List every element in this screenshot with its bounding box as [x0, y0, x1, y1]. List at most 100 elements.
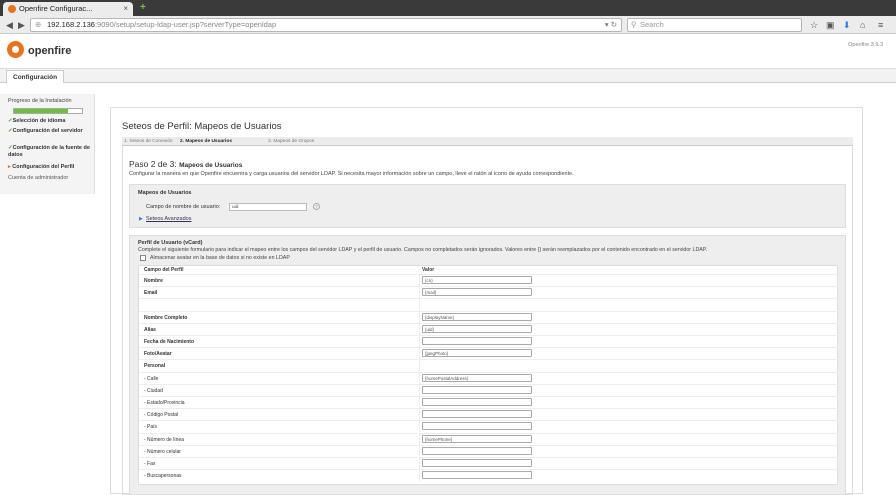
- menu-icon[interactable]: ≡: [878, 18, 883, 32]
- field-label: - Calle: [144, 375, 159, 382]
- download-icon[interactable]: ⬇: [843, 18, 851, 32]
- field-value-input[interactable]: {cn}: [422, 276, 532, 284]
- sidebar-title: Progreso de la Instalación: [8, 98, 72, 104]
- field-value-input[interactable]: {displayName}: [422, 312, 532, 321]
- field-value-input[interactable]: [422, 337, 532, 345]
- page-title: Seteos de Perfil: Mapeos de Usuarios: [122, 121, 282, 132]
- field-label: - Número de línea: [144, 436, 185, 443]
- url-host: 192.168.2.136: [47, 20, 95, 29]
- sidebar-item-label: Configuración del servidor: [12, 128, 83, 134]
- reading-list-icon[interactable]: ▣: [826, 18, 835, 32]
- field-label: Personal: [144, 363, 166, 370]
- field-label: Foto/Avatar: [144, 351, 172, 358]
- sidebar-item-label: Selección de idioma: [12, 118, 66, 124]
- field-value-input[interactable]: {mail}: [422, 288, 532, 297]
- column-divider: [419, 470, 420, 483]
- browser-tab[interactable]: Openfire Configurac... ×: [3, 2, 133, 16]
- forward-arrow-icon[interactable]: ▶: [18, 18, 25, 32]
- advanced-settings-link[interactable]: Seteos Avanzados: [146, 216, 191, 222]
- field-value-input[interactable]: {homePostalAddress}: [422, 373, 532, 382]
- column-divider: [419, 311, 420, 324]
- help-icon[interactable]: ?: [313, 203, 320, 210]
- step-description: Configurar la manera en que Openfire enc…: [129, 171, 574, 177]
- field-label: - Código Postal: [144, 412, 179, 419]
- column-divider: [419, 287, 420, 300]
- field-value-input[interactable]: {jpegPhoto}: [422, 349, 532, 358]
- table-row: Foto/Avatar {jpegPhoto}: [139, 347, 839, 361]
- column-divider: [419, 458, 420, 470]
- tab-configuracion[interactable]: Configuración: [6, 70, 65, 83]
- table-row: Alias {uid}: [139, 322, 839, 336]
- sidebar-item-perfil: ▸ Configuración del Perfil: [8, 164, 90, 171]
- sidebar-item-idioma: ✓Selección de idioma: [8, 118, 90, 125]
- version-label: Openfire 3.9.3: [848, 42, 883, 48]
- field-label: Nombre: [144, 278, 163, 284]
- column-divider: [419, 433, 420, 446]
- field-value-input[interactable]: [422, 398, 532, 406]
- field-value-input[interactable]: [422, 410, 532, 419]
- table-row: - Buscapersonas: [139, 469, 839, 483]
- vcard-description: Complete el siguiente formulario para in…: [138, 247, 708, 253]
- step-prefix: Paso 2 de 3:: [129, 159, 177, 169]
- install-progress-sidebar: Progreso de la Instalación ✓Selección de…: [0, 94, 95, 194]
- main-panel: Seteos de Perfil: Mapeos de Usuarios 1. …: [110, 107, 863, 495]
- store-avatar-checkbox[interactable]: [140, 255, 146, 261]
- browser-navbar: ◀ ▶ ⊕ 192.168.2.136:9090/setup/setup-lda…: [0, 16, 896, 34]
- column-divider: [419, 384, 420, 397]
- url-path: :9090/setup/setup-ldap-user.jsp?serverTy…: [94, 20, 277, 29]
- tab-title: Openfire Configurac...: [19, 4, 93, 13]
- column-divider: [419, 372, 420, 385]
- table-row: Personal: [139, 359, 839, 373]
- top-nav: Configuración: [0, 68, 896, 83]
- table-row: [139, 298, 839, 312]
- reload-icon[interactable]: ▾ ↻: [605, 19, 617, 31]
- table-row: - Ciudad: [139, 383, 839, 397]
- tab-mapeos-usuarios: 2. Mapeos de Usuarios: [180, 139, 232, 144]
- col-header-field: Campo del Perfil: [144, 267, 184, 273]
- column-divider: [419, 299, 420, 312]
- openfire-favicon-icon: [8, 5, 16, 13]
- search-input[interactable]: ⚲ Search: [627, 18, 802, 32]
- address-bar[interactable]: ⊕ 192.168.2.136:9090/setup/setup-ldap-us…: [30, 18, 622, 32]
- table-row: Nombre {cn}: [139, 274, 839, 287]
- field-value-input[interactable]: [422, 471, 532, 480]
- vcard-title: Perfil de Usuario (vCard): [138, 240, 203, 246]
- field-value-input[interactable]: [422, 422, 532, 431]
- mapping-box-title: Mapeos de Usuarios: [138, 190, 192, 196]
- table-row: Fecha de Nacimiento: [139, 335, 839, 348]
- bookmark-star-icon[interactable]: ☆: [810, 18, 818, 32]
- install-progress-bar: [13, 108, 83, 114]
- field-value-input[interactable]: [422, 385, 532, 394]
- home-icon[interactable]: ⌂: [860, 18, 865, 32]
- field-label: Email: [144, 290, 158, 297]
- sidebar-item-label: Cuenta de administrador: [8, 175, 69, 181]
- column-divider: [419, 323, 420, 336]
- tab-seteos-conexion: 1. Seteos de Conexión: [124, 139, 173, 144]
- sidebar-item-label: Configuración de la fuente de datos: [8, 145, 90, 158]
- globe-icon: ⊕: [35, 20, 42, 29]
- col-header-value: Valor: [422, 267, 435, 273]
- field-label: Alias: [144, 326, 156, 333]
- search-icon: ⚲: [631, 20, 637, 29]
- field-value-input[interactable]: [422, 446, 532, 455]
- search-placeholder: Search: [640, 20, 664, 29]
- field-value-input[interactable]: {homePhone}: [422, 434, 532, 443]
- field-value-input[interactable]: {uid}: [422, 324, 532, 333]
- back-arrow-icon[interactable]: ◀: [6, 18, 13, 32]
- table-row: - Calle {homePostalAddress}: [139, 371, 839, 385]
- column-divider: [419, 445, 420, 458]
- table-row: Nombre Completo {displayName}: [139, 310, 839, 324]
- user-mapping-box: Mapeos de Usuarios Campo de nombre de us…: [129, 184, 846, 228]
- table-row: - Estado/Provincia: [139, 396, 839, 409]
- column-divider: [419, 336, 420, 348]
- step-tabs: 1. Seteos de Conexión 2. Mapeos de Usuar…: [122, 137, 853, 146]
- expand-arrow-icon[interactable]: ▶: [139, 216, 143, 222]
- tab-mapeos-grupos: 3. Mapeos de Grupos: [268, 139, 315, 144]
- field-value-input[interactable]: [422, 459, 532, 467]
- browser-tabstrip: Openfire Configurac... × +: [0, 0, 896, 16]
- tab-close-icon[interactable]: ×: [123, 2, 128, 16]
- column-divider: [419, 348, 420, 361]
- username-field-input[interactable]: uid: [229, 203, 307, 211]
- table-row: - País: [139, 420, 839, 434]
- new-tab-button[interactable]: +: [140, 3, 146, 13]
